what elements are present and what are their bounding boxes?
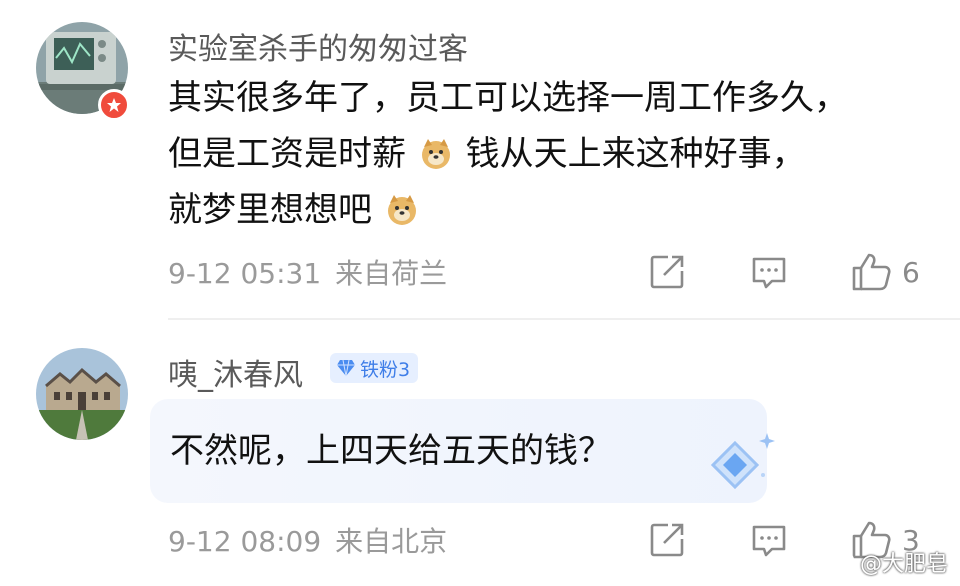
comment-bubble: 不然呢，上四天给五天的钱？ [150, 399, 775, 503]
share-icon [650, 523, 684, 557]
username[interactable]: 咦_沐春风 [168, 350, 303, 394]
comment-time: 9-12 08:09 [168, 525, 322, 558]
avatar[interactable] [36, 348, 128, 440]
username[interactable]: 实验室杀手的匆匆过客 [168, 24, 468, 68]
comment-source: 来自荷兰 [335, 257, 448, 290]
like-count: 6 [902, 255, 920, 289]
verified-badge-icon [98, 89, 130, 121]
comment-line: 就梦里想想吧 [168, 182, 848, 238]
diamond-icon [337, 359, 355, 377]
comment-line: 但是工资是时薪 钱从天上来这种好事， [168, 134, 806, 174]
comment-item: 实验室杀手的匆匆过客 其实很多年了，员工可以选择一周工作多久， 但是工资是时薪 … [0, 0, 960, 320]
comment-icon [752, 525, 786, 557]
doge-emoji-icon [421, 139, 450, 169]
reply-button[interactable] [750, 518, 788, 562]
comment-actions: 6 [648, 250, 948, 294]
diamond-decoration-icon [710, 433, 775, 490]
comment-text: 其实很多年了，员工可以选择一周工作多久， 但是工资是时薪 钱从天上来这种好事， … [168, 70, 848, 238]
doge-emoji-icon [387, 195, 416, 225]
comment-text: 不然呢，上四天给五天的钱？ [170, 431, 612, 471]
share-button[interactable] [648, 250, 686, 294]
thumbs-up-icon [852, 253, 891, 291]
share-button[interactable] [648, 518, 686, 562]
comment-item: 咦_沐春风 铁粉3 不然呢，上四天给五天的钱？ 9-12 08:09 来自北京 [0, 320, 960, 586]
comment-source: 来自北京 [335, 525, 448, 558]
fan-badge[interactable]: 铁粉3 [330, 353, 419, 383]
comment-meta: 9-12 08:09 来自北京 [168, 520, 447, 560]
comment-time: 9-12 05:31 [168, 257, 322, 290]
comment-meta: 9-12 05:31 来自荷兰 [168, 252, 447, 292]
share-icon [650, 255, 684, 289]
like-button[interactable]: 6 [850, 250, 920, 294]
weibo-logo-icon [826, 552, 854, 574]
watermark: @大肥皂 [826, 546, 948, 578]
comment-line: 其实很多年了，员工可以选择一周工作多久， [168, 78, 848, 118]
watermark-text: @大肥皂 [859, 552, 948, 577]
reply-button[interactable] [750, 250, 788, 294]
comment-icon [752, 257, 786, 289]
fan-badge-label: 铁粉3 [360, 358, 411, 381]
